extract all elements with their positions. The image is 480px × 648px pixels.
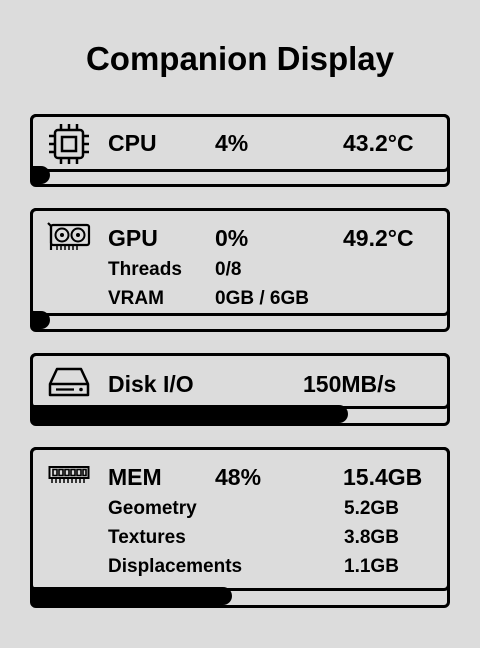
memory-row-value: 5.2GB xyxy=(344,498,399,519)
cpu-usage-bar-fill xyxy=(33,166,50,184)
gpu-threads-value: 0/8 xyxy=(215,259,242,280)
memory-label: MEM xyxy=(108,464,162,490)
gpu-threads-label: Threads xyxy=(108,259,182,280)
gpu-icon xyxy=(47,222,91,250)
page-title: Companion Display xyxy=(85,40,395,77)
memory-row-label: Geometry xyxy=(108,498,197,519)
gpu-vram-label: VRAM xyxy=(108,288,164,309)
disk-activity-bar xyxy=(33,405,447,423)
cpu-temp: 43.2°C xyxy=(343,130,414,156)
disk-rate: 150MB/s xyxy=(303,371,397,397)
memory-row-value: 1.1GB xyxy=(344,556,399,577)
memory-row-label: Displacements xyxy=(108,556,243,577)
cpu-icon xyxy=(49,124,89,164)
memory-usage: 48% xyxy=(215,464,262,490)
gpu-temp: 49.2°C xyxy=(343,225,414,251)
gpu-vram-value: 0GB / 6GB xyxy=(215,288,309,309)
gpu-panel: GPU 0% 49.2°C Threads 0/8 VRAM 0GB / 6GB xyxy=(30,208,450,332)
memory-usage-bar xyxy=(33,587,447,605)
cpu-usage-bar xyxy=(33,166,447,184)
memory-usage-bar-fill xyxy=(33,587,232,605)
memory-row-value: 3.8GB xyxy=(344,527,399,548)
memory-panel: MEM 48% 15.4GB Geometry 5.2GB Textures 3… xyxy=(30,447,450,608)
memory-row-label: Textures xyxy=(108,527,186,548)
cpu-usage: 4% xyxy=(215,130,249,156)
gpu-label: GPU xyxy=(108,225,158,251)
disk-icon xyxy=(48,367,90,397)
gpu-usage-bar-fill xyxy=(33,311,50,329)
disk-activity-bar-fill xyxy=(33,405,348,423)
gpu-usage: 0% xyxy=(215,225,249,251)
disk-panel: Disk I/O 150MB/s xyxy=(30,353,450,426)
cpu-panel: CPU 4% 43.2°C xyxy=(30,114,450,187)
memory-total: 15.4GB xyxy=(343,464,423,490)
disk-label: Disk I/O xyxy=(108,371,194,397)
gpu-usage-bar xyxy=(33,311,447,329)
memory-icon xyxy=(48,466,90,483)
cpu-label: CPU xyxy=(108,130,157,156)
